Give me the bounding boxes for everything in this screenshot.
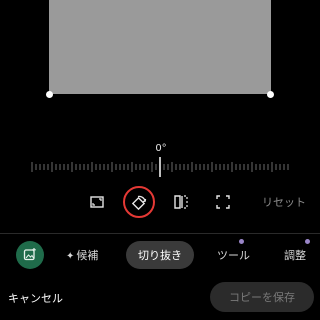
- tab-suggestions-label: 候補: [76, 249, 99, 262]
- tab-suggestions[interactable]: ✦ 候補: [66, 247, 98, 263]
- rotation-dial[interactable]: [30, 155, 290, 179]
- image-preview: [49, 0, 271, 94]
- tab-crop[interactable]: 切り抜き: [126, 241, 194, 269]
- tools-notification-dot: [239, 239, 244, 244]
- crop-handle-bottom-left[interactable]: [46, 91, 53, 98]
- rotate-icon: [130, 193, 148, 211]
- flip-button[interactable]: [167, 188, 195, 216]
- divider: [0, 233, 320, 234]
- rotate-button[interactable]: [125, 188, 153, 216]
- photo-app-button[interactable]: [16, 241, 44, 269]
- photo-plus-icon: [23, 246, 37, 265]
- free-crop-icon: [215, 194, 231, 210]
- crop-handle-bottom-right[interactable]: [267, 91, 274, 98]
- cancel-button[interactable]: キャンセル: [8, 290, 63, 306]
- adjust-notification-dot: [305, 239, 310, 244]
- flip-icon: [173, 194, 189, 210]
- tab-adjust[interactable]: 調整: [284, 247, 306, 263]
- reset-button[interactable]: リセット: [262, 194, 306, 210]
- aspect-ratio-button[interactable]: [83, 188, 111, 216]
- free-crop-button[interactable]: [209, 188, 237, 216]
- rotation-angle-label: 0°: [155, 143, 167, 154]
- save-copy-button[interactable]: コピーを保存: [210, 282, 314, 312]
- aspect-ratio-icon: [89, 194, 105, 210]
- sparkle-icon: ✦: [66, 251, 75, 262]
- tab-tools[interactable]: ツール: [217, 247, 250, 263]
